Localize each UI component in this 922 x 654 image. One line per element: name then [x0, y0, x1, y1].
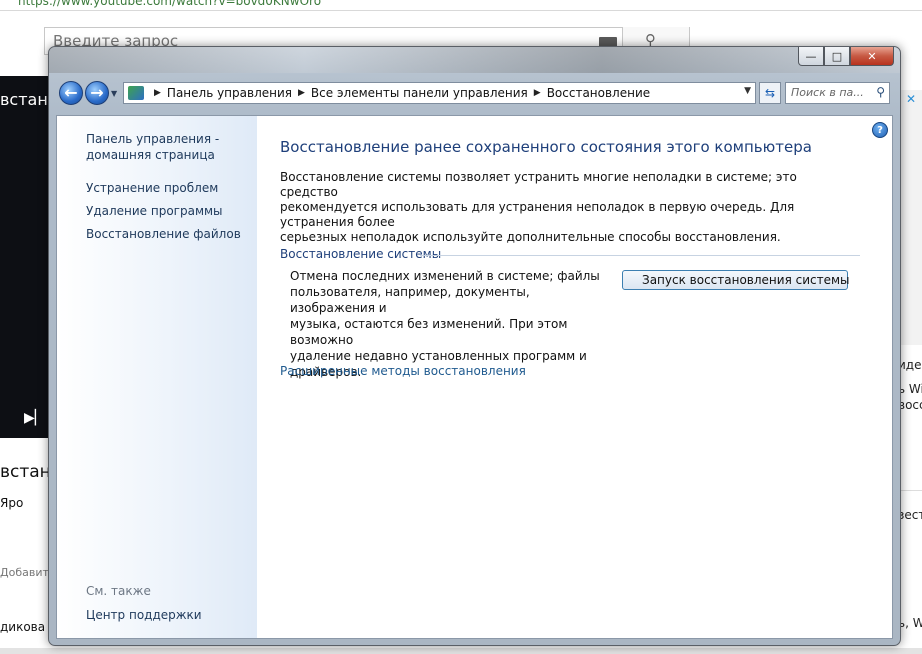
taskbar-strip: [0, 648, 922, 654]
arrow-left-icon: ←: [64, 83, 78, 102]
control-panel-icon: [128, 86, 144, 100]
caption-buttons: — □ ✕: [798, 47, 894, 67]
minimize-button[interactable]: —: [798, 47, 824, 66]
breadcrumb-separator-icon[interactable]: ▶: [534, 88, 541, 98]
right-text-fragment: восс: [898, 398, 922, 412]
page-title: Восстановление ранее сохраненного состоя…: [280, 138, 812, 156]
see-also-heading: См. также: [86, 584, 151, 598]
right-text-fragment: ь Wi: [898, 382, 922, 396]
main-content: Восстановление ранее сохраненного состоя…: [280, 116, 892, 638]
sidebar-item-label: Панель управления -: [86, 132, 220, 146]
bottom-text-fragment: дикова: [0, 620, 46, 634]
sidebar-item-action-center[interactable]: Центр поддержки: [86, 607, 202, 623]
sidebar-item-troubleshooting[interactable]: Устранение проблем: [86, 180, 218, 196]
section-divider: [420, 255, 860, 256]
close-icon[interactable]: ✕: [906, 92, 916, 106]
breadcrumb-all-items[interactable]: Все элементы панели управления: [311, 86, 528, 100]
page-description: Восстановление системы позволяет устрани…: [280, 170, 835, 245]
task-pane: Панель управления - домашняя страница Ус…: [57, 116, 257, 638]
right-text-fragment: иден: [898, 358, 922, 372]
breadcrumb-separator-icon[interactable]: ▶: [154, 88, 161, 98]
sidebar-item-control-panel-home[interactable]: Панель управления - домашняя страница: [86, 131, 219, 163]
browser-url-bar[interactable]: https://www.youtube.com/watch?v=bovd0KNw…: [0, 0, 922, 11]
window-search-input[interactable]: Поиск в па...: [791, 86, 864, 99]
sidebar-item-label: домашняя страница: [86, 148, 215, 162]
refresh-icon: ⇆: [764, 86, 776, 100]
close-button[interactable]: ✕: [850, 47, 894, 66]
control-panel-window: — □ ✕ ← → ▼ ▶ Панель управления ▶ Все эл…: [48, 46, 901, 646]
section-text-line: пользователя, например, документы, изобр…: [290, 285, 530, 315]
navigation-bar: ← → ▼ ▶ Панель управления ▶ Все элементы…: [55, 79, 894, 109]
sidebar-item-file-recovery[interactable]: Восстановление файлов: [86, 226, 241, 242]
section-text-line: Отмена последних изменений в системе; фа…: [290, 269, 600, 283]
refresh-button[interactable]: ⇆: [759, 82, 781, 104]
window-search-box[interactable]: Поиск в па... ⚲: [785, 82, 890, 104]
breadcrumb-separator-icon[interactable]: ▶: [298, 88, 305, 98]
breadcrumb-control-panel[interactable]: Панель управления: [167, 86, 292, 100]
breadcrumb-recovery[interactable]: Восстановление: [547, 86, 650, 100]
back-button[interactable]: ←: [59, 81, 83, 105]
search-icon: ⚲: [876, 85, 885, 99]
right-text-fragment: ь, Wi: [898, 616, 922, 630]
forward-button[interactable]: →: [85, 81, 109, 105]
right-text-fragment: зесто: [898, 508, 922, 522]
section-text-line: музыка, остаются без изменений. При этом…: [290, 317, 568, 347]
arrow-right-icon: →: [90, 83, 104, 102]
open-system-restore-button[interactable]: Запуск восстановления системы: [622, 270, 850, 290]
recent-pages-dropdown[interactable]: ▼: [111, 89, 117, 98]
sidebar-item-uninstall-program[interactable]: Удаление программы: [86, 203, 223, 219]
section-text-line: удаление недавно установленных программ …: [290, 349, 587, 363]
maximize-button[interactable]: □: [824, 47, 850, 66]
next-video-icon[interactable]: ▶▏: [24, 410, 46, 426]
address-dropdown-icon[interactable]: ▼: [744, 86, 751, 96]
section-heading: Восстановление системы: [280, 247, 442, 261]
button-label: Запуск восстановления системы: [642, 273, 850, 287]
description-line: рекомендуется использовать для устранени…: [280, 200, 795, 229]
description-line: Восстановление системы позволяет устрани…: [280, 170, 797, 199]
client-area: Панель управления - домашняя страница Ус…: [56, 115, 893, 639]
advanced-recovery-link[interactable]: Расширенные методы восстановления: [280, 364, 526, 378]
description-line: серьезных неполадок используйте дополнит…: [280, 230, 781, 244]
channel-name-fragment: Яро: [0, 496, 24, 510]
address-bar[interactable]: ▶ Панель управления ▶ Все элементы панел…: [123, 82, 756, 104]
browser-url: https://www.youtube.com/watch?v=bovd0KNw…: [18, 0, 322, 8]
